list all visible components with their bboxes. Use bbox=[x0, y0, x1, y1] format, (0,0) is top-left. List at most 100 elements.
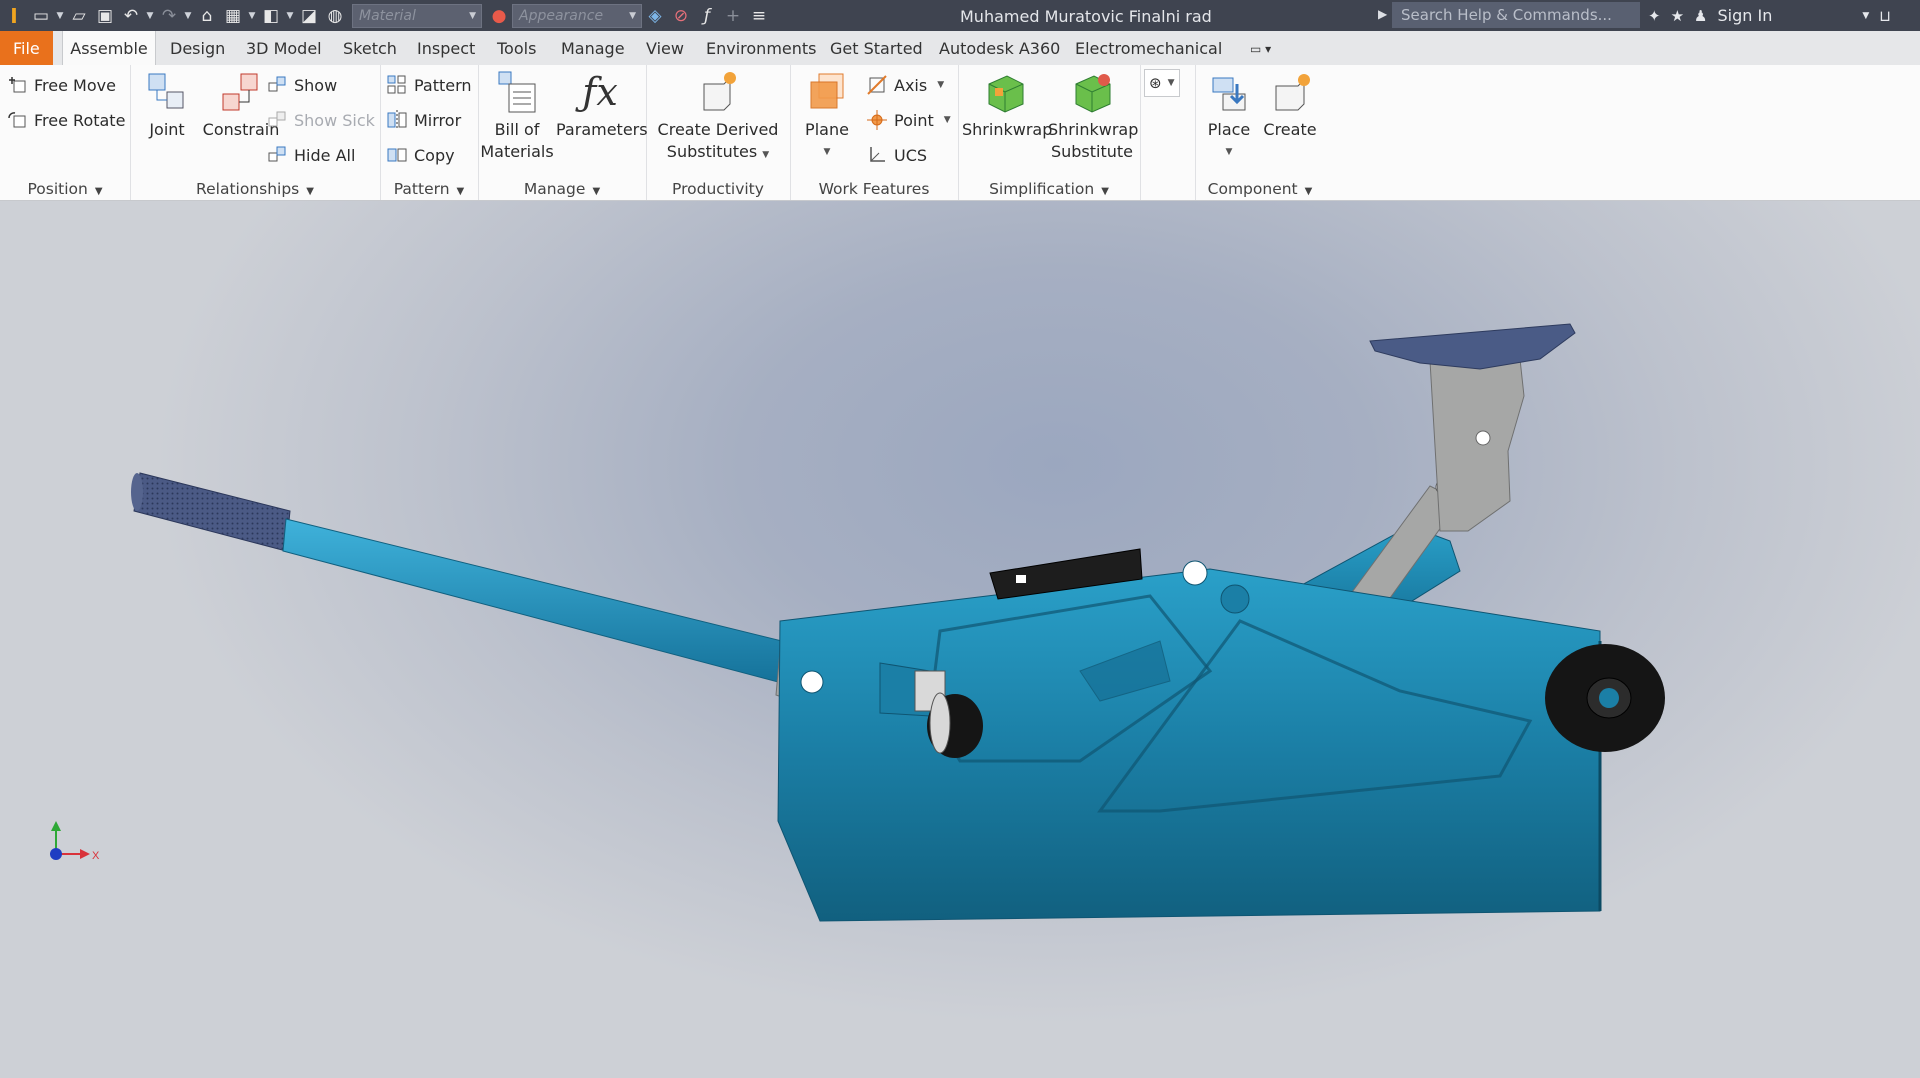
group-label-position[interactable]: Position ▼ bbox=[0, 180, 130, 198]
tab-get-started[interactable]: Get Started bbox=[830, 31, 923, 65]
new-icon[interactable]: ▭ bbox=[28, 3, 54, 29]
user-icon[interactable]: ♟ bbox=[1694, 7, 1707, 25]
point-button[interactable]: Point ▼ bbox=[866, 106, 951, 134]
mirror-icon bbox=[386, 109, 408, 131]
jack-frame[interactable] bbox=[777, 560, 1602, 922]
tab-assemble[interactable]: Assemble bbox=[62, 31, 156, 65]
group-label-productivity: Productivity bbox=[672, 180, 764, 198]
chevron-down-icon[interactable]: ▼ bbox=[144, 3, 156, 29]
free-rotate-icon bbox=[6, 109, 28, 131]
customize-icon[interactable]: ≡ bbox=[746, 3, 772, 29]
group-label-relationships[interactable]: Relationships ▼ bbox=[130, 180, 380, 198]
chevron-down-icon[interactable]: ▼ bbox=[246, 3, 258, 29]
ucs-icon bbox=[866, 144, 888, 166]
ucs-button[interactable]: UCS bbox=[866, 141, 927, 169]
front-wheel[interactable] bbox=[1545, 644, 1665, 752]
handle-tube[interactable] bbox=[282, 518, 791, 684]
group-work-features: Plane ▼ Axis ▼ Point ▼ UCS Work Features bbox=[790, 65, 959, 200]
clear-appearance-icon[interactable]: ⊘ bbox=[668, 3, 694, 29]
place-button[interactable]: Place ▼ bbox=[1199, 69, 1259, 163]
chevron-down-icon[interactable]: ▼ bbox=[1862, 11, 1869, 21]
pattern-button[interactable]: Pattern bbox=[386, 71, 472, 99]
tab-view[interactable]: View bbox=[646, 31, 684, 65]
globe-icon[interactable]: ◍ bbox=[322, 3, 348, 29]
group-label-manage[interactable]: Manage ▼ bbox=[478, 180, 646, 198]
document-title: Muhamed Muratovic Finalni rad bbox=[960, 7, 1212, 26]
filter-dropdown[interactable]: ⊛ ▼ bbox=[1144, 69, 1180, 97]
copy-icon bbox=[386, 144, 408, 166]
chevron-down-icon: ▼ bbox=[629, 10, 636, 21]
tab-environments[interactable]: Environments bbox=[706, 31, 817, 65]
group-filter: ⊛ ▼ bbox=[1140, 65, 1196, 200]
ribbon-display-toggle[interactable]: ▭ ▾ bbox=[1250, 31, 1271, 65]
shrinkwrap-substitute-button[interactable]: Shrinkwrap Substitute bbox=[1048, 69, 1138, 163]
copy-button[interactable]: Copy bbox=[386, 141, 455, 169]
hide-all-button[interactable]: Hide All bbox=[266, 141, 355, 169]
mirror-button[interactable]: Mirror bbox=[386, 106, 461, 134]
saddle-post[interactable] bbox=[1429, 358, 1525, 532]
hide-all-icon bbox=[266, 144, 288, 166]
tab-sketch[interactable]: Sketch bbox=[343, 31, 397, 65]
adjust-appearance-icon[interactable]: ◈ bbox=[642, 3, 668, 29]
open-icon[interactable]: ▱ bbox=[66, 3, 92, 29]
cylinder-slot bbox=[1016, 575, 1026, 583]
tab-tools[interactable]: Tools bbox=[497, 31, 536, 65]
tab-manage[interactable]: Manage bbox=[561, 31, 625, 65]
projects-icon[interactable]: ▦ bbox=[220, 3, 246, 29]
shrinkwrap-button[interactable]: Shrinkwrap bbox=[962, 69, 1052, 141]
fx-icon[interactable]: ƒ bbox=[694, 3, 720, 29]
redo-icon[interactable]: ↷ bbox=[156, 3, 182, 29]
free-move-button[interactable]: Free Move bbox=[6, 71, 116, 99]
create-derived-substitutes-button[interactable]: Create Derived Substitutes ▼ bbox=[650, 69, 786, 166]
floor-jack-model[interactable]: X bbox=[0, 201, 1920, 1078]
save-icon[interactable]: ▣ bbox=[92, 3, 118, 29]
appearance-dropdown[interactable]: Appearance ▼ bbox=[512, 3, 642, 28]
quick-access-toolbar: I ▭ ▼ ▱ ▣ ↶ ▼ ↷ ▼ ⌂ ▦ ▼ ◧ ▼ ◪ ◍ Material ▼ ● A… bbox=[0, 0, 772, 31]
group-simplification: Shrinkwrap Shrinkwrap Substitute Simplif… bbox=[958, 65, 1141, 200]
inventor-logo[interactable]: I bbox=[0, 0, 28, 31]
chevron-down-icon[interactable]: ▼ bbox=[284, 3, 296, 29]
tab-3d-model[interactable]: 3D Model bbox=[246, 31, 322, 65]
axis-button[interactable]: Axis ▼ bbox=[866, 71, 944, 99]
cart-icon[interactable]: ⊔ bbox=[1879, 7, 1891, 25]
saddle-pad[interactable] bbox=[1369, 323, 1576, 370]
shrinkwrap-substitute-icon bbox=[1069, 69, 1115, 115]
sign-in-link[interactable]: Sign In bbox=[1717, 6, 1772, 25]
appearance-icon[interactable]: ● bbox=[486, 3, 512, 29]
group-position: Free Move Free Rotate Position ▼ bbox=[0, 65, 131, 200]
material-dropdown[interactable]: Material ▼ bbox=[352, 3, 482, 28]
tab-design[interactable]: Design bbox=[170, 31, 225, 65]
chevron-down-icon[interactable]: ▼ bbox=[182, 3, 194, 29]
group-label-simplification[interactable]: Simplification ▼ bbox=[958, 180, 1140, 198]
axis-icon bbox=[866, 74, 888, 96]
group-label-pattern[interactable]: Pattern ▼ bbox=[380, 180, 478, 198]
tab-electromechanical[interactable]: Electromechanical bbox=[1075, 31, 1222, 65]
show-button[interactable]: Show bbox=[266, 71, 337, 99]
tab-autodesk-a360[interactable]: Autodesk A360 bbox=[939, 31, 1060, 65]
plane-button[interactable]: Plane ▼ bbox=[794, 69, 860, 163]
parameters-button[interactable]: ƒx Parameters bbox=[556, 69, 648, 141]
group-label-component[interactable]: Component ▼ bbox=[1195, 180, 1325, 198]
group-manage: Bill of Materials ƒx Parameters Manage ▼ bbox=[478, 65, 648, 200]
bill-of-materials-button[interactable]: Bill of Materials bbox=[480, 69, 554, 163]
chevron-right-icon[interactable]: ▶ bbox=[1378, 7, 1387, 21]
graphics-viewport[interactable]: X bbox=[0, 201, 1920, 1078]
chevron-down-icon[interactable]: ▼ bbox=[54, 3, 66, 29]
handle-grip[interactable] bbox=[131, 472, 291, 552]
star-icon[interactable]: ★ bbox=[1671, 7, 1684, 25]
exchange-icon[interactable]: ✦ bbox=[1648, 7, 1661, 25]
undo-icon[interactable]: ↶ bbox=[118, 3, 144, 29]
select-icon[interactable]: ◧ bbox=[258, 3, 284, 29]
svg-text:X: X bbox=[92, 850, 100, 862]
home-icon[interactable]: ⌂ bbox=[194, 3, 220, 29]
derived-substitute-icon bbox=[695, 69, 741, 115]
search-input[interactable]: Search Help & Commands... bbox=[1392, 2, 1640, 28]
fx-icon: ƒx bbox=[582, 70, 618, 114]
tab-inspect[interactable]: Inspect bbox=[417, 31, 475, 65]
show-sick-button[interactable]: Show Sick bbox=[266, 106, 375, 134]
color-icon[interactable]: ◪ bbox=[296, 3, 322, 29]
tab-file[interactable]: File bbox=[0, 31, 53, 65]
plus-icon[interactable]: + bbox=[720, 3, 746, 29]
free-rotate-button[interactable]: Free Rotate bbox=[6, 106, 125, 134]
create-button[interactable]: Create bbox=[1259, 69, 1321, 141]
